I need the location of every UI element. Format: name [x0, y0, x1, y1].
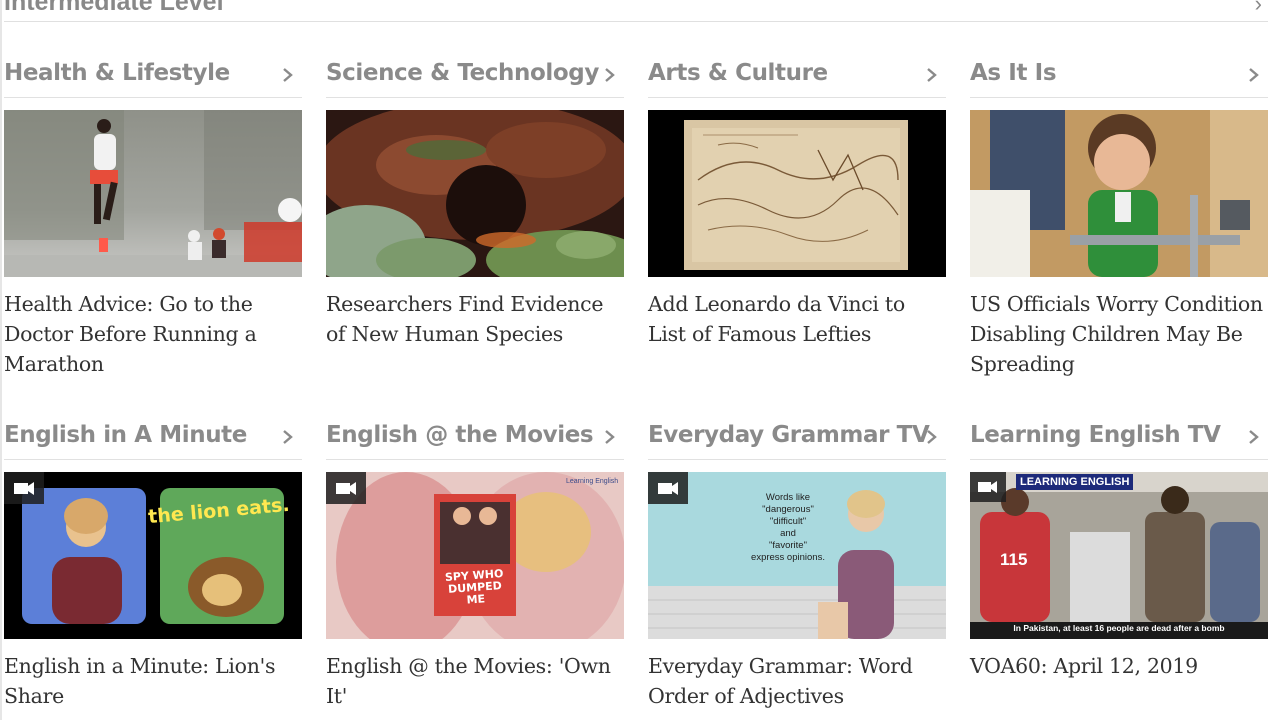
caption-line: "dangerous" [762, 504, 814, 515]
section-link-science-technology[interactable]: Science & Technology [326, 60, 624, 98]
video-thumbnail[interactable]: LEARNING ENGLISH 115 In Pakistan, at lea… [970, 472, 1268, 639]
article-headline-link[interactable]: Everyday Grammar: Word Order of Adjectiv… [648, 651, 946, 711]
section-title: Intermediate Level [4, 0, 224, 16]
video-camera-icon [658, 482, 678, 495]
article-headline-link[interactable]: Add Leonardo da Vinci to List of Famous … [648, 289, 946, 349]
section-link-learning-english-tv[interactable]: Learning English TV [970, 422, 1268, 460]
video-thumbnail[interactable]: Learning English SPY WHO DUMPED ME [326, 472, 624, 639]
article-card-everyday-grammar: Everyday Grammar TV Words like "dangerou… [648, 422, 946, 711]
section-link-arts-culture[interactable]: Arts & Culture [648, 60, 946, 98]
section-title: English in A Minute [4, 422, 247, 448]
thumbnail-sign: 115 [1000, 550, 1028, 569]
section-link-as-it-is[interactable]: As It Is [970, 60, 1268, 98]
article-headline-link[interactable]: English in a Minute: Lion's Share [4, 651, 302, 711]
chevron-right-icon [605, 430, 615, 444]
article-card-science: Science & Technology Researchers Find Ev… [326, 60, 624, 349]
caption-line: "difficult" [769, 516, 807, 527]
article-thumbnail[interactable] [970, 110, 1268, 277]
caption-line: express opinions. [751, 552, 825, 563]
video-camera-icon [14, 482, 34, 495]
article-card-english-in-a-minute: English in A Minute the lion eats. Engli… [4, 422, 302, 711]
video-badge [326, 472, 366, 504]
section-title: As It Is [970, 60, 1057, 86]
section-link-everyday-grammar-tv[interactable]: Everyday Grammar TV [648, 422, 946, 460]
thumbnail-banner: LEARNING ENGLISH [1016, 474, 1134, 490]
video-thumbnail[interactable]: Words like "dangerous" "difficult" and "… [648, 472, 946, 639]
article-headline-link[interactable]: Health Advice: Go to the Doctor Before R… [4, 289, 302, 379]
chevron-right-icon [927, 430, 937, 444]
article-card-as-it-is: As It Is US Officials Worry Condition Di… [970, 60, 1268, 379]
chevron-right-icon [605, 68, 615, 82]
section-title: Arts & Culture [648, 60, 828, 86]
video-camera-icon [336, 482, 356, 495]
chevron-right-icon [927, 68, 937, 82]
thumbnail-caption: In Pakistan, at least 16 people are dead… [1013, 623, 1225, 633]
caption-line: "favorite" [769, 540, 807, 551]
article-headline-link[interactable]: VOA60: April 12, 2019 [970, 651, 1268, 681]
caption-line: and [780, 528, 796, 539]
article-headline-link[interactable]: US Officials Worry Condition Disabling C… [970, 289, 1268, 379]
article-card-health: Health & Lifestyle Health Advice: Go to … [4, 60, 302, 379]
article-card-english-at-the-movies: English @ the Movies Learning English SP… [326, 422, 624, 711]
chevron-right-icon [1249, 68, 1259, 82]
video-badge [970, 472, 1006, 502]
article-card-arts: Arts & Culture Add Leonardo da Vinci to … [648, 60, 946, 349]
section-link-health-lifestyle[interactable]: Health & Lifestyle [4, 60, 302, 98]
thumbnail-brand: Learning English [566, 478, 619, 485]
section-title: Everyday Grammar TV [648, 422, 930, 448]
chevron-right-icon: › [1254, 0, 1262, 16]
chevron-right-icon [1249, 430, 1259, 444]
article-thumbnail[interactable] [326, 110, 624, 277]
section-title: Learning English TV [970, 422, 1221, 448]
thumbnail-caption: Words like "dangerous" "difficult" and "… [708, 492, 868, 564]
chevron-right-icon [283, 430, 293, 444]
section-header-intermediate-level[interactable]: Intermediate Level › [4, 0, 1268, 22]
section-title: Science & Technology [326, 60, 599, 86]
section-link-english-in-a-minute[interactable]: English in A Minute [4, 422, 302, 460]
article-thumbnail[interactable] [4, 110, 302, 277]
video-badge [4, 472, 44, 504]
article-headline-link[interactable]: English @ the Movies: 'Own It' [326, 651, 624, 711]
video-badge [648, 472, 688, 504]
section-title: Health & Lifestyle [4, 60, 230, 86]
caption-line: Words like [765, 492, 811, 503]
video-thumbnail[interactable]: the lion eats. [4, 472, 302, 639]
section-title: English @ the Movies [326, 422, 594, 448]
page-left-border [0, 0, 2, 720]
section-link-english-at-the-movies[interactable]: English @ the Movies [326, 422, 624, 460]
chevron-right-icon [283, 68, 293, 82]
article-thumbnail[interactable] [648, 110, 946, 277]
video-camera-icon [978, 481, 997, 493]
article-card-learning-english-tv: Learning English TV LEARNING ENGLISH 115… [970, 422, 1268, 681]
article-headline-link[interactable]: Researchers Find Evidence of New Human S… [326, 289, 624, 349]
thumbnail-text: SPY WHO DUMPED ME [444, 567, 504, 607]
